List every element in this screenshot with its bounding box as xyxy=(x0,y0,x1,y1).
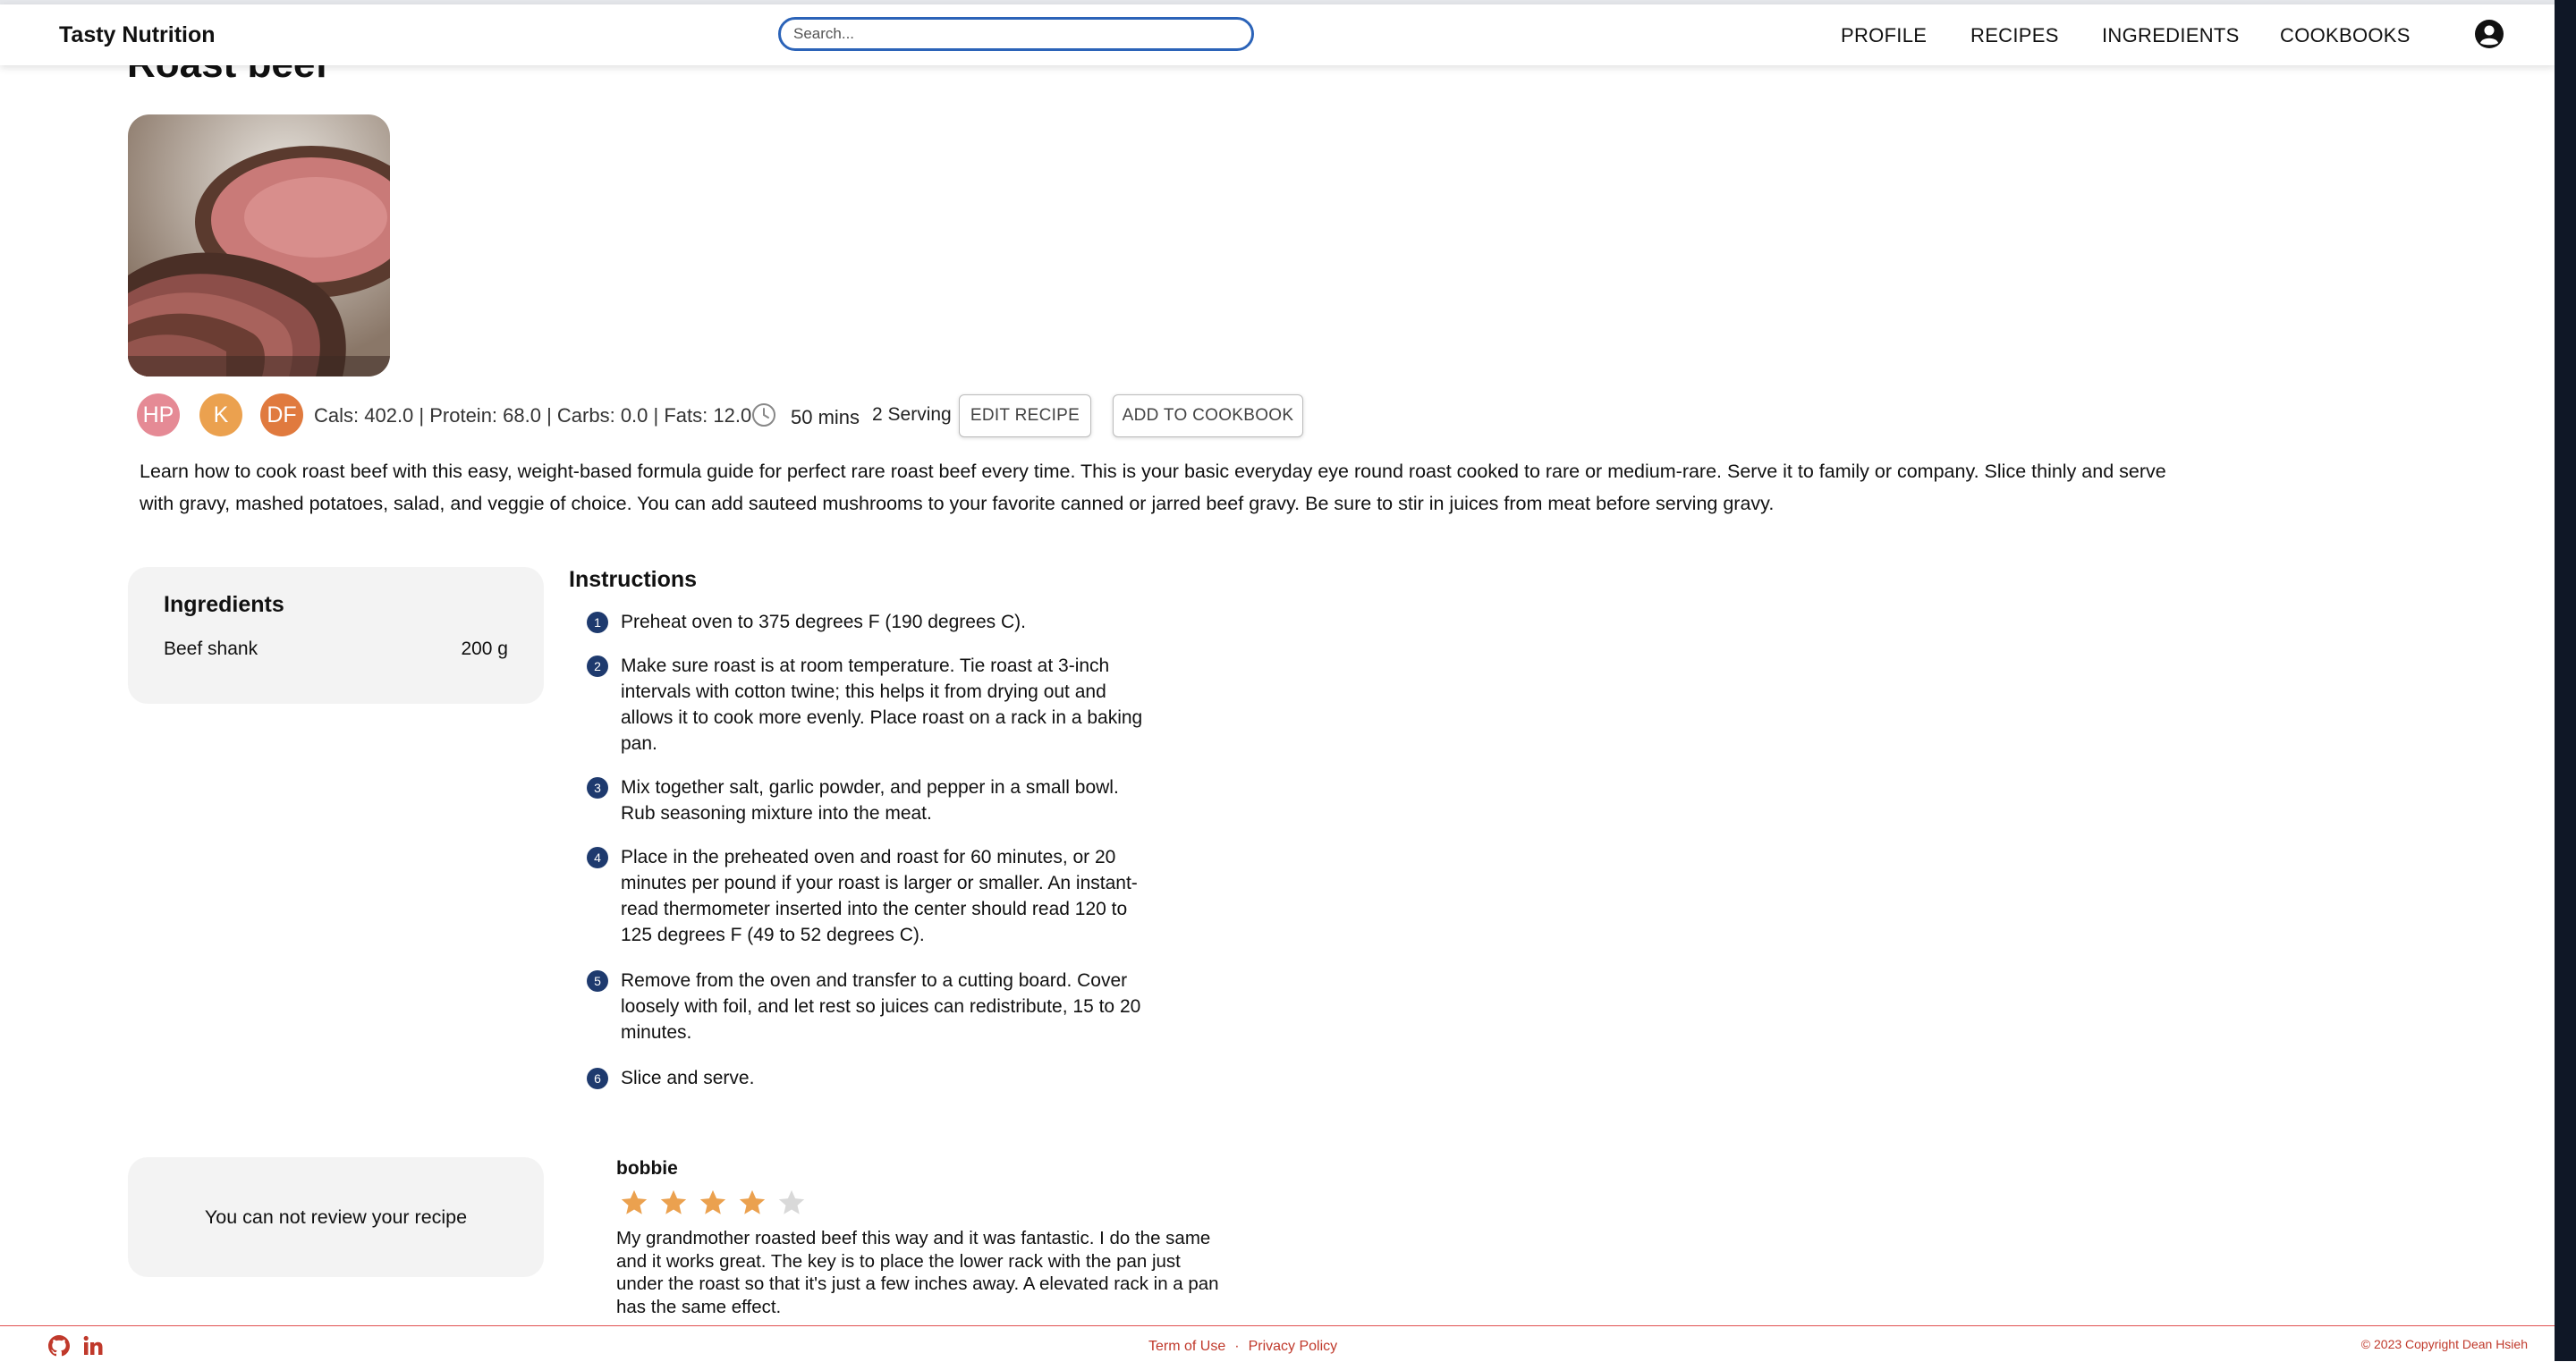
tag-hp-badge: HP xyxy=(137,393,180,436)
add-to-cookbook-button[interactable]: ADD TO COOKBOOK xyxy=(1113,394,1303,437)
privacy-link[interactable]: Privacy Policy xyxy=(1249,1339,1338,1354)
step-text: Make sure roast is at room temperature. … xyxy=(621,656,1143,754)
ingredient-quantity: 200 g xyxy=(461,639,508,659)
star-filled-icon xyxy=(739,1189,766,1214)
step-text: Slice and serve. xyxy=(621,1068,755,1088)
footer: Term of Use · Privacy Policy © 2023 Copyri… xyxy=(0,1325,2555,1362)
tag-label: K xyxy=(213,402,229,427)
review-rating-stars xyxy=(619,1188,807,1218)
copyright-text: © 2023 Copyright Dean Hsieh xyxy=(2360,1337,2528,1351)
star-filled-icon xyxy=(660,1189,687,1214)
instruction-step: 3 Mix together salt, garlic powder, and … xyxy=(587,774,1157,826)
ingredients-panel: Ingredients Beef shank 200 g xyxy=(128,567,544,704)
nav-recipes[interactable]: RECIPES xyxy=(1970,24,2059,47)
navbar: Tasty Nutrition PROFILE RECIPES INGREDIE… xyxy=(0,4,2555,65)
step-text: Remove from the oven and transfer to a c… xyxy=(621,970,1141,1043)
footer-separator: · xyxy=(1234,1339,1240,1354)
step-number-badge: 1 xyxy=(587,612,608,633)
instruction-step: 2 Make sure roast is at room temperature… xyxy=(587,653,1157,757)
recipe-description: Learn how to cook roast beef with this e… xyxy=(140,461,2166,514)
star-empty-icon xyxy=(778,1189,805,1214)
window-edge xyxy=(2555,0,2576,1361)
account-icon[interactable] xyxy=(2474,19,2504,49)
brand-logo[interactable]: Tasty Nutrition xyxy=(59,22,216,48)
tag-label: HP xyxy=(142,402,174,427)
star-filled-icon xyxy=(621,1189,648,1214)
step-text: Preheat oven to 375 degrees F (190 degre… xyxy=(621,612,1026,632)
nav-ingredients[interactable]: INGREDIENTS xyxy=(2102,24,2240,47)
star-filled-icon xyxy=(699,1189,726,1214)
review-notice-text: You can not review your recipe xyxy=(204,1205,468,1228)
serving-count: 2 Serving xyxy=(872,404,952,425)
step-number-badge: 3 xyxy=(587,777,608,799)
search-input[interactable] xyxy=(778,17,1254,51)
instruction-step: 6 Slice and serve. xyxy=(587,1065,1157,1091)
terms-link[interactable]: Term of Use xyxy=(1148,1339,1225,1354)
step-number-badge: 6 xyxy=(587,1068,608,1089)
step-number-badge: 4 xyxy=(587,847,608,868)
linkedin-icon[interactable] xyxy=(80,1333,106,1358)
nutrition-summary: Cals: 402.0 | Protein: 68.0 | Carbs: 0.0… xyxy=(314,404,752,427)
instruction-step: 1 Preheat oven to 375 degrees F (190 deg… xyxy=(587,609,1157,635)
tag-df-badge: DF xyxy=(260,393,303,436)
review-notice-panel: You can not review your recipe xyxy=(128,1157,544,1277)
clock-icon xyxy=(752,403,775,427)
step-text: Place in the preheated oven and roast fo… xyxy=(621,847,1138,945)
edit-recipe-button[interactable]: EDIT RECIPE xyxy=(959,394,1091,437)
review-author: bobbie xyxy=(616,1158,678,1179)
instruction-step: 5 Remove from the oven and transfer to a… xyxy=(587,968,1157,1045)
step-text: Mix together salt, garlic powder, and pe… xyxy=(621,777,1119,824)
step-number-badge: 2 xyxy=(587,656,608,677)
tag-label: DF xyxy=(267,402,297,427)
review-text: My grandmother roasted beef this way and… xyxy=(616,1228,1219,1317)
tag-k-badge: K xyxy=(199,393,242,436)
ingredients-title: Ingredients xyxy=(164,592,284,617)
instruction-step: 4 Place in the preheated oven and roast … xyxy=(587,844,1157,948)
step-number-badge: 5 xyxy=(587,970,608,992)
cook-time: 50 mins xyxy=(791,406,860,428)
nav-cookbooks[interactable]: COOKBOOKS xyxy=(2280,24,2411,47)
github-icon[interactable] xyxy=(47,1333,72,1358)
ingredient-name: Beef shank xyxy=(164,639,258,659)
footer-links: Term of Use · Privacy Policy xyxy=(1148,1339,1337,1355)
nav-profile[interactable]: PROFILE xyxy=(1841,24,1927,47)
recipe-photo xyxy=(128,114,390,376)
instructions-title: Instructions xyxy=(569,567,698,592)
